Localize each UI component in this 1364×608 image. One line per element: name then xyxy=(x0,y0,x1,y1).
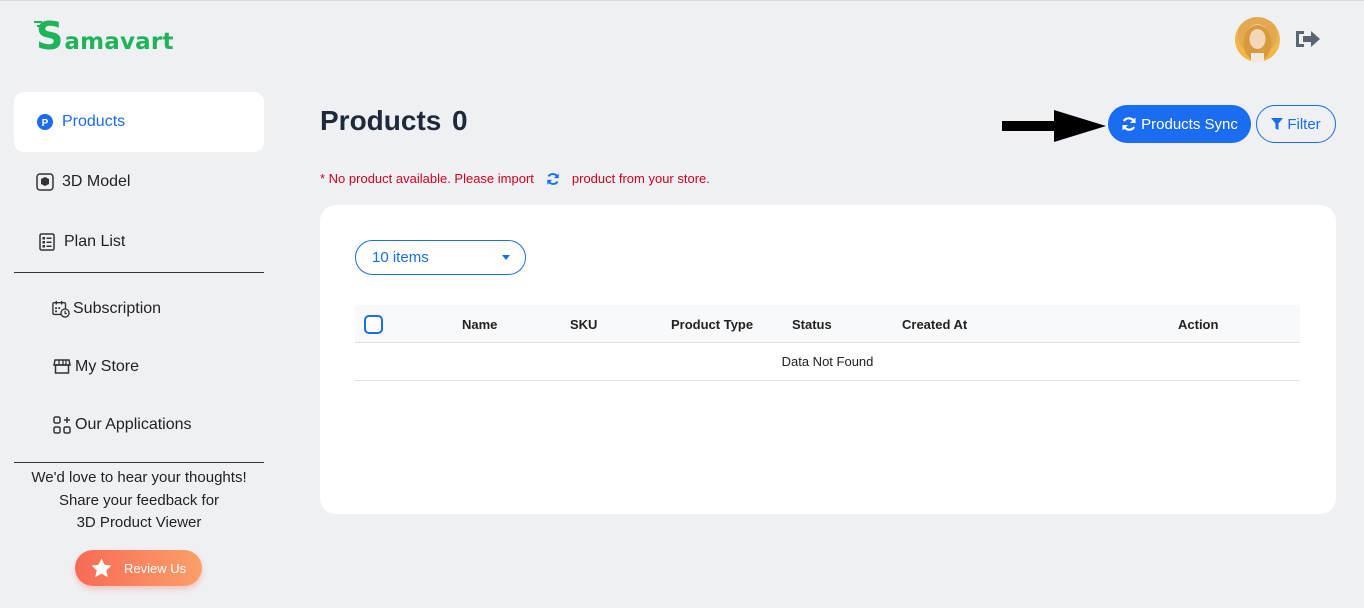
products-card: 10 items Name SKU Product Type Status Cr… xyxy=(320,205,1336,514)
column-header-action: Action xyxy=(1178,317,1219,332)
empty-state-text: Data Not Found xyxy=(781,354,874,369)
sync-icon xyxy=(547,172,559,185)
feedback-line: Share your feedback for xyxy=(58,491,220,509)
sidebar-item-3d-model[interactable]: 3D Model xyxy=(14,152,264,212)
avatar-face-icon xyxy=(1243,25,1272,62)
column-header-sku[interactable]: SKU xyxy=(570,317,597,332)
feedback-message: We'd love to hear your thoughts! Share y… xyxy=(14,467,264,535)
filter-label: Filter xyxy=(1287,115,1321,133)
sidebar-divider xyxy=(14,462,264,463)
logout-icon[interactable] xyxy=(1294,27,1322,51)
notice-text-after: product from your store. xyxy=(571,171,710,186)
pointer-arrow-icon xyxy=(1002,110,1106,142)
sync-icon xyxy=(1122,117,1136,131)
sidebar-divider xyxy=(14,272,264,273)
sidebar-item-label: Products xyxy=(62,113,126,130)
feedback-line: 3D Product Viewer xyxy=(76,514,202,531)
review-us-label: Review Us xyxy=(124,560,187,576)
list-icon xyxy=(38,233,56,251)
products-sync-button[interactable]: Products Sync xyxy=(1108,105,1251,143)
page-size-value: 10 items xyxy=(372,249,429,266)
select-all-checkbox[interactable] xyxy=(364,315,383,334)
table-header: Name SKU Product Type Status Created At … xyxy=(355,305,1300,343)
column-header-created-at[interactable]: Created At xyxy=(902,317,967,332)
sidebar-item-plan-list[interactable]: Plan List xyxy=(14,212,264,272)
no-product-notice: * No product available. Please import pr… xyxy=(320,171,710,186)
page-size-select[interactable]: 10 items xyxy=(355,240,526,275)
page-title: Products xyxy=(320,105,442,136)
star-icon xyxy=(91,558,112,578)
calendar-clock-icon xyxy=(52,300,70,318)
store-icon xyxy=(53,358,71,376)
column-header-product-type[interactable]: Product Type xyxy=(671,317,753,332)
sidebar-item-our-applications[interactable]: Our Applications xyxy=(14,395,264,455)
product-count: 0 xyxy=(452,105,468,136)
notice-text-before: * No product available. Please import xyxy=(320,171,534,186)
logo-speed-lines-icon xyxy=(34,21,43,27)
filter-button[interactable]: Filter xyxy=(1256,105,1336,143)
sidebar-item-label: 3D Model xyxy=(62,173,131,190)
chevron-down-icon xyxy=(502,255,510,260)
apps-icon xyxy=(53,416,71,434)
table-empty-row: Data Not Found xyxy=(355,343,1300,381)
cube-icon xyxy=(36,173,54,191)
filter-icon xyxy=(1271,117,1284,130)
column-header-status[interactable]: Status xyxy=(792,317,832,332)
products-p-icon: P xyxy=(36,113,54,131)
logo-text: amavart xyxy=(64,29,174,55)
sidebar-item-my-store[interactable]: My Store xyxy=(14,337,264,397)
sidebar-item-label: Our Applications xyxy=(75,416,192,433)
products-sync-label: Products Sync xyxy=(1141,115,1238,133)
feedback-line: We'd love to hear your thoughts! xyxy=(31,469,247,486)
sidebar-item-label: My Store xyxy=(75,358,140,375)
sidebar-item-subscription[interactable]: Subscription xyxy=(14,279,264,339)
samavart-logo[interactable]: S amavart xyxy=(34,17,174,55)
review-us-button[interactable]: Review Us xyxy=(75,550,202,586)
sidebar-item-label: Subscription xyxy=(73,300,162,317)
sidebar-item-products[interactable]: P Products xyxy=(14,92,264,152)
sidebar-item-label: Plan List xyxy=(64,233,126,250)
column-header-name[interactable]: Name xyxy=(462,317,497,332)
svg-text:P: P xyxy=(42,118,49,129)
user-avatar[interactable] xyxy=(1235,17,1280,62)
